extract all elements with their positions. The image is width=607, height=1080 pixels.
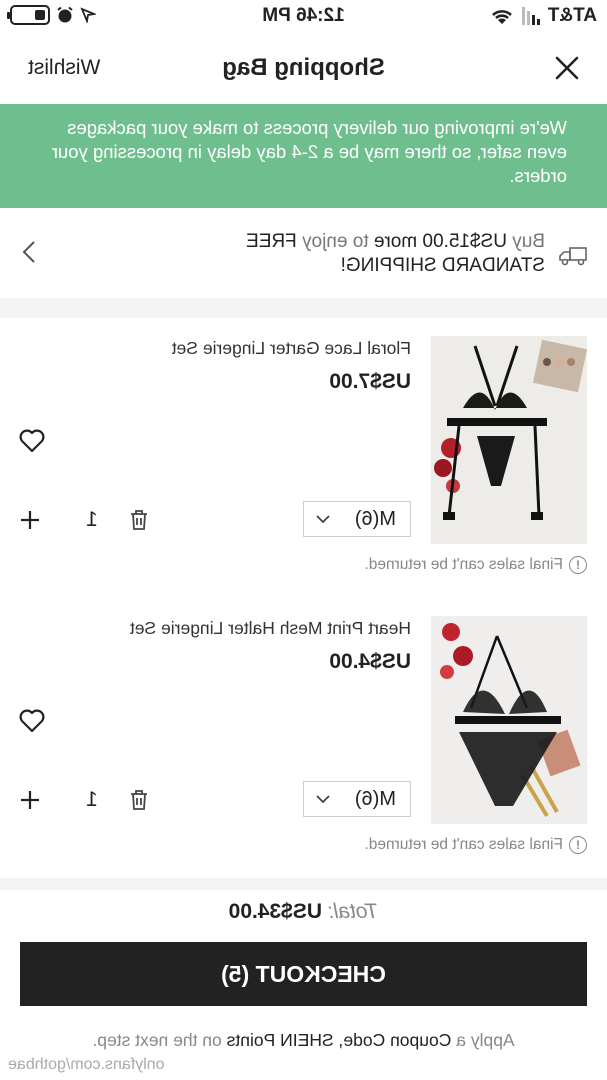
info-icon: ! (569, 556, 587, 574)
chevron-down-icon (316, 795, 330, 804)
free-shipping-row[interactable]: Buy US$15.00 more to enjoy FREE STANDARD… (0, 208, 607, 298)
alarm-icon (57, 6, 73, 23)
truck-icon (559, 247, 587, 266)
plus-icon[interactable] (18, 508, 42, 532)
shipping-message: Buy US$15.00 more to enjoy FREE STANDARD… (145, 230, 545, 278)
shipping-prefix: Buy (512, 231, 545, 252)
watermark: onlyfans.com/gothbae (8, 1056, 165, 1073)
quantity-value: 1 (86, 788, 98, 811)
cart-item: Heart Print Mesh Halter Lingerie Set US$… (0, 598, 607, 868)
info-icon: ! (569, 836, 587, 854)
heart-icon[interactable] (18, 428, 46, 454)
trash-icon[interactable] (128, 509, 150, 531)
final-sale-note: ! Final sales can't be returned. (364, 836, 587, 854)
shipping-amount: US$15.00 more (373, 231, 507, 252)
delivery-notice-banner: We're improving our delivery process to … (0, 104, 607, 208)
status-bar: AT&T 12:46 PM (0, 0, 607, 34)
status-right (10, 5, 96, 25)
product-price: US$4.00 (329, 650, 411, 673)
heart-icon[interactable] (18, 708, 46, 734)
apply-suffix: on the next step. (92, 1030, 222, 1050)
quantity-value: 1 (86, 508, 98, 531)
product-name[interactable]: Floral Lace Garter Lingerie Set (172, 338, 411, 359)
apply-separator: , (338, 1030, 344, 1050)
apply-discount-hint: Apply a Coupon Code, SHEIN Points on the… (0, 1030, 607, 1051)
section-gap (0, 298, 607, 318)
total-label: Total: (327, 900, 379, 923)
shipping-middle: to enjoy (302, 231, 369, 252)
coupon-code-link[interactable]: Coupon Code (343, 1030, 451, 1050)
plus-icon[interactable] (18, 788, 42, 812)
apply-prefix: Apply a (456, 1030, 515, 1050)
nav-header: Shopping Bag Wishlist (0, 34, 607, 104)
size-value: M(6) (354, 787, 396, 810)
final-sale-text: Final sales can't be returned. (364, 556, 563, 573)
chevron-right-icon (22, 241, 35, 263)
location-icon (80, 7, 96, 23)
shein-points-link[interactable]: SHEIN Points (227, 1030, 334, 1050)
checkout-button[interactable]: CHECKOUT (5) (20, 942, 587, 1006)
wishlist-link[interactable]: Wishlist (28, 56, 100, 80)
final-sale-text: Final sales can't be returned. (364, 836, 563, 853)
total-value: US$34.00 (228, 900, 322, 923)
chevron-down-icon (316, 515, 330, 524)
cart-item: Floral Lace Garter Lingerie Set US$7.00 … (0, 318, 607, 588)
product-image[interactable] (431, 616, 587, 824)
order-total: Total: US$34.00 (0, 900, 607, 924)
size-value: M(6) (354, 507, 396, 530)
product-image[interactable] (431, 336, 587, 544)
trash-icon[interactable] (128, 789, 150, 811)
section-divider (0, 878, 607, 890)
product-name[interactable]: Heart Print Mesh Halter Lingerie Set (130, 618, 411, 639)
size-select[interactable]: M(6) (303, 781, 411, 817)
size-select[interactable]: M(6) (303, 501, 411, 537)
battery-icon (10, 5, 50, 25)
product-price: US$7.00 (329, 370, 411, 393)
mirrored-screen: AT&T 12:46 PM Shopping Bag Wishlist We'r… (0, 0, 607, 1080)
final-sale-note: ! Final sales can't be returned. (364, 556, 587, 574)
